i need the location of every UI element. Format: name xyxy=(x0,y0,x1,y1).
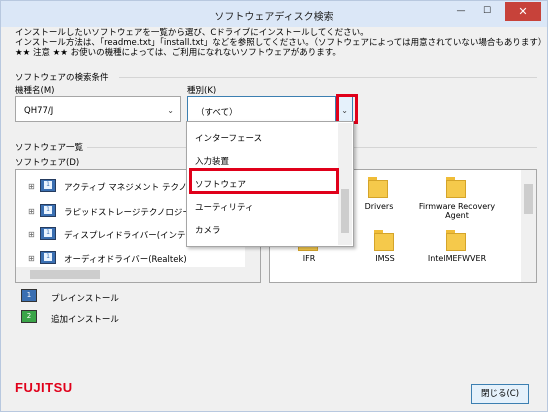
search-group-divider xyxy=(119,77,537,78)
tree-item-label: オーディオドライバー(Realtek) xyxy=(64,255,187,265)
window-close-button[interactable]: ✕ xyxy=(505,2,541,21)
option-highlight xyxy=(189,168,339,194)
instruction-line-3: ★★ 注意 ★★ お使いの機種によっては、ご利用になれないソフトウェアがあります… xyxy=(15,48,341,58)
instructions: インストールしたいソフトウェアを一覧から選び、Cドライブにインストールしてくださ… xyxy=(15,28,546,58)
dropdown-option[interactable]: インターフェース xyxy=(195,132,262,144)
fujitsu-logo: FUJITSU xyxy=(15,380,73,395)
instruction-line-2: インストール方法は、「readme.txt」「install.txt」などを参照… xyxy=(15,38,547,48)
preinstall-icon: 1 xyxy=(40,251,56,264)
preinstall-icon: 1 xyxy=(40,179,56,192)
dropdown-option[interactable]: 入力装置 xyxy=(195,155,229,167)
type-select[interactable]: （すべて） ⌄ xyxy=(187,96,353,122)
minimize-button[interactable]: — xyxy=(449,2,473,21)
folder-icon[interactable] xyxy=(368,175,390,199)
dropdown-option[interactable]: ユーティリティ xyxy=(195,201,253,213)
scrollbar-thumb[interactable] xyxy=(524,184,533,214)
dropdown-option[interactable]: カメラ xyxy=(195,224,221,236)
model-label: 機種名(M) xyxy=(15,86,55,96)
folder-label: IFR xyxy=(302,254,316,263)
dropdown-scrollbar[interactable] xyxy=(338,123,352,245)
maximize-button[interactable]: ☐ xyxy=(475,2,499,21)
folder-icon[interactable] xyxy=(374,228,396,252)
tree-item-label: ラピッドストレージテクノロジー(イ xyxy=(64,208,203,218)
scrollbar-thumb[interactable] xyxy=(341,189,349,233)
software-tree-label: ソフトウェア(D) xyxy=(15,158,80,168)
instruction-line-1: インストールしたいソフトウェアを一覧から選び、Cドライブにインストールしてくださ… xyxy=(15,28,369,38)
add-install-legend-label: 追加インストール xyxy=(51,315,119,325)
type-label: 種別(K) xyxy=(187,86,217,96)
tree-horizontal-scrollbar[interactable] xyxy=(16,267,245,282)
expand-icon[interactable]: ⊞ xyxy=(28,182,35,191)
chevron-down-icon: ⌄ xyxy=(167,106,174,115)
expand-icon[interactable]: ⊞ xyxy=(28,230,35,239)
folder-label: IntelMEFWVER xyxy=(427,254,487,263)
preinstall-icon: 1 xyxy=(40,204,56,217)
folder-label: IMSS xyxy=(375,254,395,263)
preinstall-legend-icon: 1 xyxy=(21,289,37,302)
dropdown-arrow-highlight xyxy=(336,94,358,124)
tree-item-label: ディスプレイドライバー(インテル xyxy=(64,231,195,241)
folder-vertical-scrollbar[interactable] xyxy=(521,170,536,282)
search-conditions-label: ソフトウェアの検索条件 xyxy=(15,73,109,83)
preinstall-icon: 1 xyxy=(40,227,56,240)
type-value: （すべて） xyxy=(196,108,238,118)
expand-icon[interactable]: ⊞ xyxy=(28,254,35,263)
add-install-legend-icon: 2 xyxy=(21,310,37,323)
close-button[interactable]: 閉じる(C) xyxy=(471,384,529,404)
folder-icon[interactable] xyxy=(446,175,468,199)
scrollbar-thumb[interactable] xyxy=(30,270,100,279)
title-bar: ソフトウェアディスク検索 — ☐ ✕ xyxy=(1,1,547,27)
model-select[interactable]: QH77/J ⌄ xyxy=(15,96,181,122)
folder-icon[interactable] xyxy=(446,228,468,252)
expand-icon[interactable]: ⊞ xyxy=(28,207,35,216)
preinstall-legend-label: プレインストール xyxy=(51,294,119,304)
model-value: QH77/J xyxy=(24,106,54,116)
folder-label: Firmware Recovery Agent xyxy=(418,202,496,220)
software-disc-search-window: ソフトウェアディスク検索 — ☐ ✕ インストールしたいソフトウェアを一覧から選… xyxy=(0,0,548,412)
software-list-label: ソフトウェア一覧 xyxy=(15,143,84,153)
